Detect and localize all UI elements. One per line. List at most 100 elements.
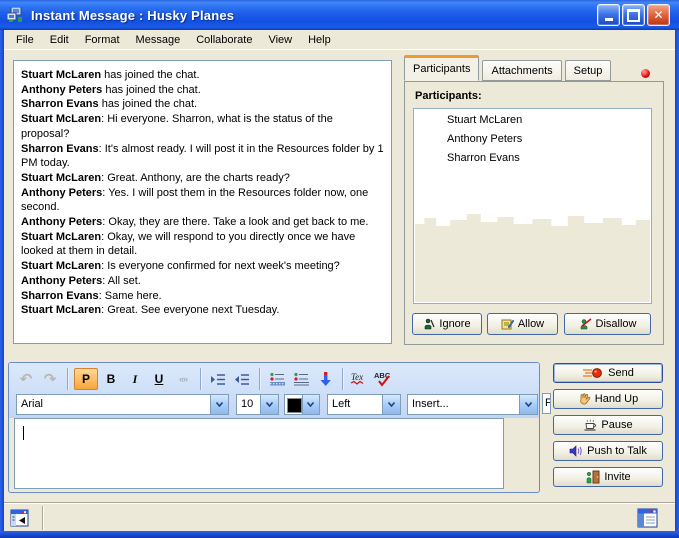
- tab-setup[interactable]: Setup: [565, 60, 612, 81]
- pause-button-label: Pause: [601, 419, 632, 431]
- chat-message-text: : Great. Anthony, are the charts ready?: [101, 172, 290, 184]
- undo-icon[interactable]: ↶: [15, 368, 37, 390]
- marker-list-hatched-icon[interactable]: [266, 368, 288, 390]
- chat-message-text: : Same here.: [99, 290, 162, 302]
- participants-label: Participants:: [415, 90, 482, 102]
- menu-edit[interactable]: Edit: [42, 32, 77, 48]
- chat-message: Stuart McLaren: Great. See everyone next…: [21, 303, 384, 318]
- chat-message: Stuart McLaren: Okay, we will respond to…: [21, 230, 384, 259]
- push-to-talk-button[interactable]: Push to Talk: [553, 441, 663, 461]
- send-button-label: Send: [608, 367, 634, 379]
- chevron-down-icon[interactable]: [210, 395, 228, 414]
- text-caret: [23, 426, 24, 440]
- disallow-button[interactable]: Disallow: [564, 313, 651, 335]
- chat-message: Stuart McLaren has joined the chat.: [21, 68, 384, 83]
- chat-message-text: : All set.: [102, 275, 141, 287]
- tab-attachments[interactable]: Attachments: [482, 60, 561, 81]
- chevron-down-icon[interactable]: [302, 395, 319, 414]
- chat-message-author: Anthony Peters: [21, 275, 102, 287]
- menu-collaborate[interactable]: Collaborate: [188, 32, 260, 48]
- marker-list-icon[interactable]: [290, 368, 312, 390]
- status-led-icon: [641, 69, 650, 78]
- plain-text-icon[interactable]: «»: [172, 368, 194, 390]
- menu-format[interactable]: Format: [77, 32, 128, 48]
- invite-button-label: Invite: [604, 471, 630, 483]
- indent-increase-icon[interactable]: [207, 368, 229, 390]
- chevron-down-icon[interactable]: [260, 395, 278, 414]
- invite-button[interactable]: Invite: [553, 467, 663, 487]
- chat-message-author: Stuart McLaren: [21, 69, 101, 81]
- ignore-person-icon: [423, 318, 435, 330]
- chat-message: Sharron Evans has joined the chat.: [21, 97, 384, 112]
- window-title: Instant Message : Husky Planes: [31, 8, 597, 23]
- toolbar-separator: [200, 368, 201, 390]
- toolbar-separator: [259, 368, 260, 390]
- color-swatch: [287, 398, 302, 413]
- allow-button[interactable]: Allow: [487, 313, 558, 335]
- font-family-value: Arial: [17, 395, 210, 414]
- insert-arrow-down-icon[interactable]: [314, 368, 336, 390]
- menu-file[interactable]: File: [8, 32, 42, 48]
- svg-text:Tex: Tex: [351, 372, 363, 382]
- align-value: Left: [328, 395, 382, 414]
- titlebar: Instant Message : Husky Planes ✕: [0, 0, 679, 30]
- chat-log: Stuart McLaren has joined the chat. Antho…: [13, 60, 392, 344]
- underline-button[interactable]: U: [148, 368, 170, 390]
- font-color-select[interactable]: [284, 394, 320, 415]
- message-input[interactable]: [14, 418, 504, 489]
- participant-row[interactable]: Sharron Evans: [414, 147, 651, 166]
- statusbar-divider: [4, 502, 675, 504]
- hand-up-button[interactable]: Hand Up: [553, 389, 663, 409]
- font-size-value: 10: [237, 395, 260, 414]
- chat-message: Stuart McLaren: Is everyone confirmed fo…: [21, 259, 384, 274]
- bold-button[interactable]: B: [100, 368, 122, 390]
- italic-button[interactable]: I: [124, 368, 146, 390]
- font-family-select[interactable]: Arial: [16, 394, 229, 415]
- chat-message-author: Stuart McLaren: [21, 260, 101, 272]
- indent-decrease-icon[interactable]: [231, 368, 253, 390]
- chat-message-text: has joined the chat.: [102, 84, 200, 96]
- menu-help[interactable]: Help: [300, 32, 339, 48]
- chat-message-author: Stuart McLaren: [21, 304, 101, 316]
- chat-message: Stuart McLaren: Great. Anthony, are the …: [21, 171, 384, 186]
- insert-select[interactable]: Insert...: [407, 394, 538, 415]
- participant-row[interactable]: Stuart McLaren: [414, 109, 651, 128]
- chevron-down-icon[interactable]: [382, 395, 400, 414]
- paragraph-button[interactable]: P: [74, 368, 98, 390]
- pause-button[interactable]: Pause: [553, 415, 663, 435]
- redo-icon[interactable]: ↷: [39, 368, 61, 390]
- menu-message[interactable]: Message: [128, 32, 189, 48]
- chat-message: Anthony Peters: Yes. I will post them in…: [21, 186, 384, 215]
- participant-row[interactable]: Anthony Peters: [414, 128, 651, 147]
- ignore-button[interactable]: Ignore: [412, 313, 482, 335]
- maximize-button[interactable]: [622, 4, 645, 26]
- chat-message: Anthony Peters: Okay, they are there. Ta…: [21, 215, 384, 230]
- font-size-select[interactable]: 10: [236, 394, 279, 415]
- allow-button-label: Allow: [518, 318, 544, 330]
- clipped-dropdown[interactable]: F: [542, 393, 551, 414]
- chat-message-text: has joined the chat.: [99, 98, 197, 110]
- window-border-left: [0, 30, 4, 538]
- chevron-down-icon[interactable]: [519, 395, 537, 414]
- chat-message-text: : Is everyone confirmed for next week's …: [101, 260, 340, 272]
- format-toolbar: ↶ ↷ P B I U «»: [15, 365, 395, 393]
- menu-view[interactable]: View: [260, 32, 300, 48]
- close-button[interactable]: ✕: [647, 4, 670, 26]
- toolbar-separator: [67, 368, 68, 390]
- minimize-button[interactable]: [597, 4, 620, 26]
- panel-layout-icon[interactable]: [636, 506, 660, 530]
- send-button[interactable]: Send: [553, 363, 663, 383]
- app-icon: [7, 7, 25, 23]
- chat-message: Anthony Peters: All set.: [21, 274, 384, 289]
- tab-participants[interactable]: Participants: [404, 55, 479, 81]
- hand-up-button-label: Hand Up: [595, 393, 638, 405]
- text-style-icon[interactable]: Tex: [349, 368, 371, 390]
- speaker-icon: [569, 445, 583, 457]
- chat-message-author: Sharron Evans: [21, 143, 99, 155]
- align-select[interactable]: Left: [327, 394, 401, 415]
- participants-list[interactable]: Stuart McLarenAnthony PetersSharron Evan…: [413, 108, 652, 304]
- spell-check-icon[interactable]: ABC: [373, 368, 395, 390]
- insert-value: Insert...: [408, 395, 519, 414]
- chat-message: Sharron Evans: Same here.: [21, 289, 384, 304]
- collapse-panel-icon[interactable]: [9, 507, 31, 529]
